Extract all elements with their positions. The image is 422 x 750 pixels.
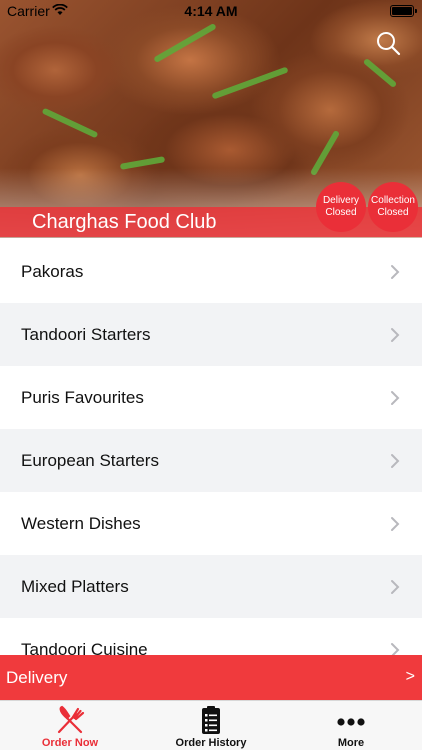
search-button[interactable]: [374, 30, 402, 58]
menu-category-label: Tandoori Starters: [21, 324, 151, 344]
menu-category-european-starters[interactable]: European Starters: [0, 429, 422, 492]
chevron-right-icon: [391, 391, 400, 405]
fork-knife-icon: [57, 705, 85, 734]
tab-order-history-label: Order History: [175, 737, 247, 749]
menu-category-puris-favourites[interactable]: Puris Favourites: [0, 366, 422, 429]
chevron-right-icon: [391, 454, 400, 468]
status-time: 4:14 AM: [184, 3, 238, 19]
collection-badge-line2: Closed: [377, 207, 409, 218]
status-bar: Carrier 4:14 AM: [0, 0, 422, 22]
menu-category-label: Mixed Platters: [21, 576, 129, 596]
tab-order-history[interactable]: Order History: [141, 701, 281, 750]
menu-category-list[interactable]: Pakoras Tandoori Starters Puris Favourit…: [0, 240, 422, 655]
tab-more[interactable]: More: [281, 701, 421, 750]
menu-category-label: Western Dishes: [21, 513, 141, 533]
restaurant-name: Charghas Food Club: [32, 211, 217, 233]
collection-badge-line1: Collection: [371, 195, 415, 206]
delivery-badge-line2: Closed: [325, 207, 357, 218]
menu-category-label: Tandoori Cuisine: [21, 639, 148, 656]
tab-order-now[interactable]: Order Now: [0, 701, 140, 750]
menu-category-western-dishes[interactable]: Western Dishes: [0, 492, 422, 555]
chevron-right-icon: [391, 328, 400, 342]
more-dots-icon: [337, 718, 365, 726]
delivery-mode-bar[interactable]: Delivery >: [0, 655, 422, 700]
tab-bar: Order Now Order History More: [0, 700, 422, 750]
menu-category-tandoori-cuisine[interactable]: Tandoori Cuisine: [0, 618, 422, 655]
delivery-badge-line1: Delivery: [322, 195, 360, 206]
menu-category-label: European Starters: [21, 450, 159, 470]
chevron-right-icon: [391, 643, 400, 655]
delivery-mode-arrow: >: [405, 668, 415, 685]
menu-category-label: Puris Favourites: [21, 387, 144, 407]
chevron-right-icon: [391, 265, 400, 279]
menu-category-label: Pakoras: [21, 261, 84, 281]
menu-category-mixed-platters[interactable]: Mixed Platters: [0, 555, 422, 618]
delivery-mode-label: Delivery: [6, 668, 68, 687]
collection-status-badge[interactable]: Collection Closed: [368, 182, 418, 232]
search-icon: [377, 32, 401, 56]
tab-order-now-label: Order Now: [41, 737, 99, 749]
battery-icon: [390, 5, 417, 17]
tab-more-label: More: [337, 737, 365, 749]
menu-category-pakoras[interactable]: Pakoras: [0, 240, 422, 303]
clipboard-icon: [202, 706, 220, 734]
delivery-status-badge[interactable]: Delivery Closed: [316, 182, 366, 232]
chevron-right-icon: [391, 517, 400, 531]
chevron-right-icon: [391, 580, 400, 594]
menu-category-tandoori-starters[interactable]: Tandoori Starters: [0, 303, 422, 366]
